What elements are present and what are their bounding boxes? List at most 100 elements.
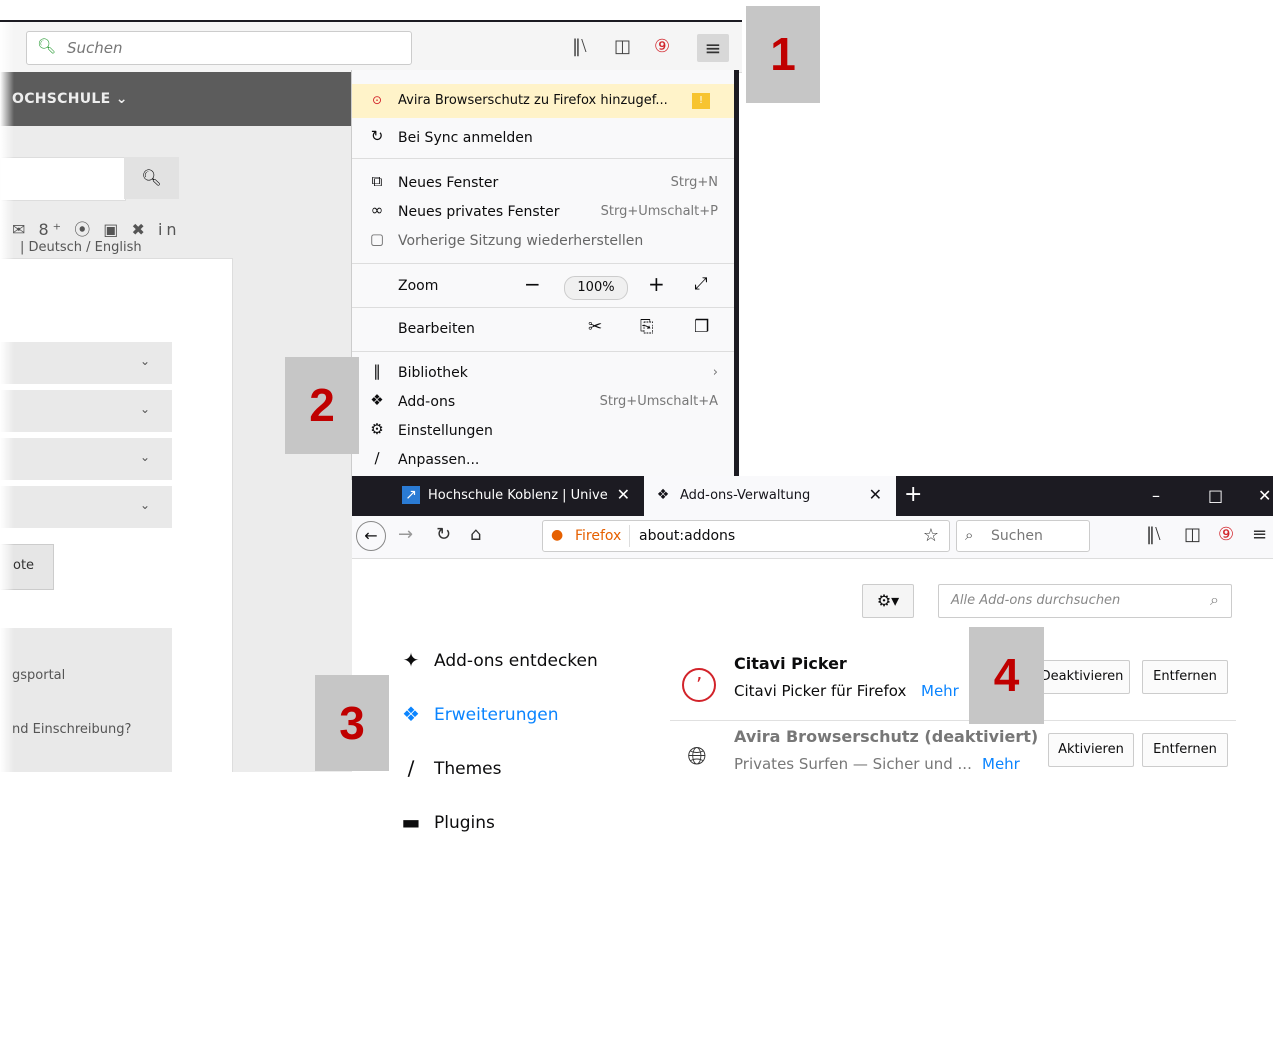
accordion-item[interactable]: ⌄	[0, 437, 172, 480]
plugin-brick-icon: ▬	[401, 810, 421, 834]
addon-row-avira[interactable]: 🌐︎ Avira Browserschutz (deaktiviert) Pri…	[670, 727, 1236, 793]
addon-search-input[interactable]: Alle Add-ons durchsuchen ⌕	[938, 584, 1232, 618]
zoom-out-button[interactable]: −	[524, 272, 541, 296]
menu-item-private-window[interactable]: ∞ Neues privates Fenster Strg+Umschalt+P	[352, 198, 734, 227]
copy-icon[interactable]: ⎘	[640, 317, 654, 337]
chevron-right-icon: ›	[712, 365, 718, 380]
addon-name: Avira Browserschutz (deaktiviert)	[734, 727, 1039, 746]
reload-button[interactable]: ↻	[436, 524, 451, 545]
sidebar-icon[interactable]: ◫	[1184, 524, 1201, 545]
tools-gear-button[interactable]: ⚙▾	[862, 584, 914, 618]
bookmark-star-icon[interactable]: ☆	[923, 525, 939, 546]
chevron-down-icon: ⌄	[139, 450, 150, 464]
accordion-item[interactable]: ⌄	[0, 341, 172, 384]
back-button[interactable]: ←	[356, 521, 386, 551]
search-icon: ⌕	[1210, 590, 1219, 609]
menu-item-sync[interactable]: ↻ Bei Sync anmelden	[352, 124, 734, 153]
zoom-reset-button[interactable]: 100%	[564, 276, 628, 300]
site-navigation-bar: OCHSCHULE ⌄	[0, 72, 352, 126]
menu-item-addons[interactable]: ❖ Add-ons Strg+Umschalt+A	[352, 388, 734, 417]
more-link[interactable]: Mehr	[982, 755, 1020, 773]
site-link[interactable]: nd Einschreibung?	[12, 722, 131, 737]
menu-separator	[352, 307, 734, 308]
site-link-box: gsportal nd Einschreibung?	[0, 628, 172, 772]
accordion-item[interactable]: ⌄	[0, 485, 172, 528]
sidebar-icon[interactable]: ◫	[614, 36, 631, 57]
paintbrush-icon: ∕	[374, 449, 380, 467]
search-engine-icon: 🔍︎	[37, 37, 57, 55]
maximize-icon[interactable]: □	[1208, 486, 1223, 505]
background-search-input[interactable]: 🔍︎ Suchen	[26, 31, 412, 65]
fullscreen-icon[interactable]: ⤢	[694, 274, 708, 294]
sync-icon: ↻	[370, 127, 384, 145]
menu-item-avira-notice[interactable]: ⊙ Avira Browserschutz zu Firefox hinzuge…	[352, 84, 734, 118]
menu-item-edit: Bearbeiten ✂ ⎘ ❐	[352, 315, 734, 344]
menu-item-restore-session[interactable]: ▢ Vorherige Sitzung wiederherstellen	[352, 227, 734, 256]
gear-icon: ⚙▾	[876, 591, 900, 610]
library-icon[interactable]: ‖⧵	[572, 36, 587, 57]
new-tab-button[interactable]: +	[904, 482, 922, 507]
addon-name: Citavi Picker	[734, 654, 847, 673]
magnifier-icon: 🔍︎	[141, 168, 162, 187]
cut-icon[interactable]: ✂	[588, 317, 602, 337]
home-button[interactable]: ⌂	[470, 524, 481, 545]
menu-item-label: Bei Sync anmelden	[398, 130, 533, 146]
firefox-logo-icon: ●	[551, 527, 564, 543]
menu-item-label: Add-ons	[398, 394, 456, 410]
more-link[interactable]: Mehr	[921, 682, 959, 700]
site-link[interactable]: gsportal	[12, 668, 65, 683]
menu-item-customize[interactable]: ∕ Anpassen...	[352, 446, 734, 475]
deactivate-button[interactable]: Deaktivieren	[1034, 660, 1130, 694]
language-switch[interactable]: | Deutsch / English	[20, 240, 142, 255]
callout-1: 1	[746, 6, 820, 103]
minimize-icon[interactable]: –	[1152, 486, 1160, 505]
site-search-input[interactable]	[0, 157, 126, 201]
citavi-icon[interactable]: ⑨	[654, 36, 670, 57]
warning-badge: !	[692, 93, 710, 109]
sidebar-item-label: Plugins	[434, 813, 495, 833]
paste-icon[interactable]: ❐	[694, 317, 709, 337]
shortcut-label: Strg+Umschalt+P	[600, 204, 718, 219]
menu-item-new-window[interactable]: ⧉ Neues Fenster Strg+N	[352, 169, 734, 198]
addon-search-placeholder: Alle Add-ons durchsuchen	[951, 593, 1121, 608]
hamburger-menu-button[interactable]: ≡	[697, 34, 729, 62]
forward-button[interactable]: →	[398, 524, 413, 545]
hamburger-menu-button[interactable]: ≡	[1252, 524, 1267, 545]
paintbrush-icon: ∕	[407, 756, 415, 780]
chevron-down-icon: ⌄	[139, 402, 150, 416]
menu-item-label: Anpassen...	[398, 452, 480, 468]
firefox-main-menu: ⊙ Avira Browserschutz zu Firefox hinzuge…	[351, 70, 739, 480]
zoom-in-button[interactable]: +	[648, 272, 665, 296]
site-search-button[interactable]: 🔍︎	[124, 157, 179, 199]
accordion-item[interactable]: ⌄	[0, 389, 172, 432]
tab-hochschule[interactable]: ↗ Hochschule Koblenz | Universit ✕	[392, 476, 640, 516]
addon-description: Citavi Picker für Firefox	[734, 682, 907, 700]
remove-button[interactable]: Entfernen	[1142, 733, 1228, 767]
search-placeholder: Suchen	[67, 39, 123, 57]
callout-4: 4	[969, 627, 1044, 724]
edge-fade	[0, 22, 14, 772]
menu-item-settings[interactable]: ⚙ Einstellungen	[352, 417, 734, 446]
url-bar[interactable]: ● Firefox about:addons ☆	[542, 520, 950, 552]
activate-button[interactable]: Aktivieren	[1048, 733, 1134, 767]
site-nav-item[interactable]: OCHSCHULE ⌄	[12, 91, 128, 107]
avira-icon: ⊙	[371, 93, 383, 107]
tab-title: Hochschule Koblenz | Universit	[428, 488, 608, 503]
menu-item-library[interactable]: ‖ Bibliothek ›	[352, 359, 734, 388]
toolbar-search-input[interactable]: ⌕ Suchen	[956, 520, 1090, 552]
remove-button[interactable]: Entfernen	[1142, 660, 1228, 694]
close-window-icon[interactable]: ✕	[1258, 486, 1271, 505]
identity-label: Firefox	[575, 528, 622, 544]
menu-item-label: Avira Browserschutz zu Firefox hinzugef.…	[398, 93, 668, 108]
close-tab-icon[interactable]: ✕	[617, 485, 630, 504]
search-icon: ⌕	[965, 526, 974, 544]
social-icons[interactable]: ✉ 8⁺ ⦿ ▣ ✖ in	[12, 216, 181, 240]
citavi-icon[interactable]: ⑨	[1218, 524, 1234, 545]
library-icon[interactable]: ‖⧵	[1146, 524, 1161, 545]
menu-item-label: Neues Fenster	[398, 175, 499, 191]
addon-row-citavi[interactable]: ’ Citavi Picker Citavi Picker für Firefo…	[670, 654, 1236, 721]
tab-addons-manager[interactable]: ❖ Add-ons-Verwaltung ✕	[644, 476, 896, 516]
menu-item-label: Neues privates Fenster	[398, 204, 560, 220]
restore-session-icon: ▢	[369, 230, 385, 248]
close-tab-icon[interactable]: ✕	[869, 485, 882, 504]
